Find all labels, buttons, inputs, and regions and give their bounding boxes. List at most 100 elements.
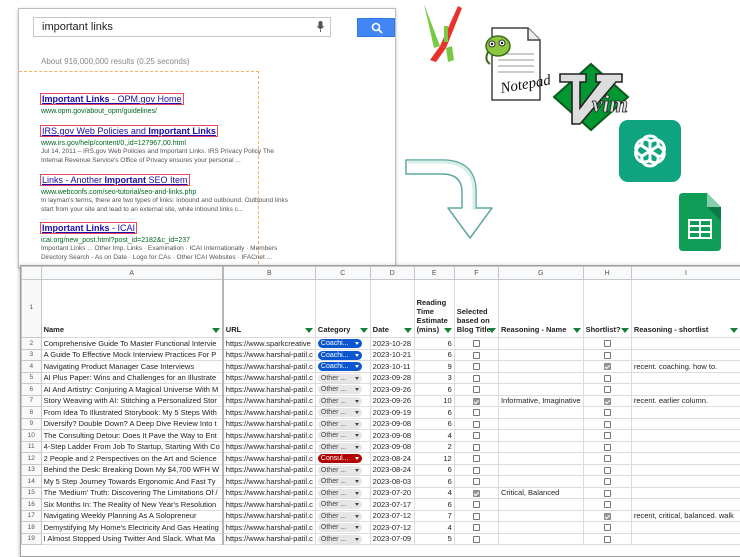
dropdown-arrow-icon[interactable] [355, 492, 359, 495]
row-number[interactable]: 13 [22, 464, 42, 476]
selected-cell[interactable] [454, 441, 498, 453]
reasoning-name-cell[interactable]: Critical, Balanced [498, 487, 583, 499]
shortlist-cell[interactable] [583, 499, 631, 511]
url-cell[interactable]: https://www.harshal-patil.c [223, 430, 316, 442]
reading-time-cell[interactable]: 6 [414, 407, 454, 419]
filter-icon[interactable] [444, 328, 452, 333]
date-cell[interactable]: 2023-09-28 [370, 372, 414, 384]
result-title-link[interactable]: Links - Another Important SEO Item [41, 175, 189, 185]
reasoning-shortlist-cell[interactable] [631, 453, 740, 465]
reading-time-cell[interactable]: 7 [414, 510, 454, 522]
shortlist-cell[interactable] [583, 407, 631, 419]
selected-cell[interactable] [454, 533, 498, 545]
shortlist-cell[interactable] [583, 476, 631, 488]
row-number[interactable]: 8 [22, 407, 42, 419]
checkbox[interactable] [604, 340, 611, 347]
url-cell[interactable]: https://www.harshal-patil.c [223, 372, 316, 384]
category-cell[interactable]: Other ... [315, 372, 370, 384]
dropdown-arrow-icon[interactable] [355, 434, 359, 437]
category-cell[interactable]: Other ... [315, 487, 370, 499]
category-chip[interactable]: Other ... [318, 477, 362, 486]
checkbox[interactable] [604, 536, 611, 543]
selected-cell[interactable] [454, 510, 498, 522]
table-row[interactable]: 6AI And Artistry: Conjuring A Magical Un… [22, 384, 740, 396]
category-cell[interactable]: Other ... [315, 430, 370, 442]
date-cell[interactable]: 2023-08-03 [370, 476, 414, 488]
category-cell[interactable]: Coachi... [315, 349, 370, 361]
checkbox[interactable] [604, 467, 611, 474]
selected-cell[interactable] [454, 349, 498, 361]
reasoning-shortlist-cell[interactable]: recent. earlier column. [631, 395, 740, 407]
reading-time-cell[interactable]: 4 [414, 430, 454, 442]
category-cell[interactable]: Other ... [315, 418, 370, 430]
name-cell[interactable]: Diversify? Double Down? A Deep Dive Revi… [41, 418, 223, 430]
checkbox[interactable] [473, 375, 480, 382]
column-header[interactable]: G [498, 267, 583, 280]
checkbox[interactable] [604, 352, 611, 359]
selected-cell[interactable] [454, 384, 498, 396]
category-chip[interactable]: Other ... [318, 385, 362, 394]
table-row[interactable]: 13Behind the Desk: Breaking Down My $4,7… [22, 464, 740, 476]
filter-icon[interactable] [360, 328, 368, 333]
shortlist-cell[interactable] [583, 372, 631, 384]
column-header[interactable]: C [315, 267, 370, 280]
shortlist-cell[interactable] [583, 533, 631, 545]
reasoning-shortlist-cell[interactable]: recent. coaching. how to. [631, 361, 740, 373]
name-cell[interactable]: Story Weaving with AI: Stitching a Perso… [41, 395, 223, 407]
row-number[interactable]: 2 [22, 338, 42, 350]
category-cell[interactable]: Other ... [315, 407, 370, 419]
selected-cell[interactable] [454, 499, 498, 511]
reasoning-name-cell[interactable] [498, 338, 583, 350]
shortlist-cell[interactable] [583, 418, 631, 430]
reasoning-name-cell[interactable] [498, 533, 583, 545]
category-chip[interactable]: Other ... [318, 523, 362, 532]
row-number[interactable]: 3 [22, 349, 42, 361]
category-chip[interactable]: Other ... [318, 512, 362, 521]
reasoning-name-cell[interactable] [498, 464, 583, 476]
url-cell[interactable]: https://www.harshal-patil.c [223, 407, 316, 419]
shortlist-cell[interactable] [583, 522, 631, 534]
filter-icon[interactable] [305, 328, 313, 333]
category-chip[interactable]: Other ... [318, 397, 362, 406]
reasoning-shortlist-cell[interactable]: recent, critical, balanced. walk [631, 510, 740, 522]
checkbox[interactable] [473, 352, 480, 359]
reasoning-name-cell[interactable] [498, 384, 583, 396]
category-chip[interactable]: Other ... [318, 431, 362, 440]
table-row[interactable]: 16Six Months In: The Reality of New Year… [22, 499, 740, 511]
reasoning-shortlist-cell[interactable] [631, 349, 740, 361]
checkbox[interactable] [473, 467, 480, 474]
category-cell[interactable]: Coachi... [315, 361, 370, 373]
checkbox[interactable] [473, 421, 480, 428]
shortlist-cell[interactable] [583, 338, 631, 350]
category-cell[interactable]: Other ... [315, 533, 370, 545]
category-chip[interactable]: Other ... [318, 535, 362, 544]
reasoning-name-cell[interactable] [498, 372, 583, 384]
dropdown-arrow-icon[interactable] [355, 411, 359, 414]
row-number[interactable]: 1 [22, 280, 42, 338]
table-row[interactable]: 114-Step Ladder From Job To Startup, Sta… [22, 441, 740, 453]
dropdown-arrow-icon[interactable] [355, 538, 359, 541]
reading-time-cell[interactable]: 10 [414, 395, 454, 407]
dropdown-arrow-icon[interactable] [355, 503, 359, 506]
date-cell[interactable]: 2023-09-08 [370, 418, 414, 430]
row-number[interactable]: 7 [22, 395, 42, 407]
header-cell[interactable]: URL [223, 280, 316, 338]
result-title-link[interactable]: IRS.gov Web Policies and Important Links [41, 126, 217, 136]
url-cell[interactable]: https://www.harshal-patil.c [223, 418, 316, 430]
category-chip[interactable]: Other ... [318, 500, 362, 509]
category-chip[interactable]: Other ... [318, 420, 362, 429]
dropdown-arrow-icon[interactable] [355, 354, 359, 357]
checkbox[interactable] [604, 524, 611, 531]
checkbox[interactable] [604, 490, 611, 497]
reasoning-shortlist-cell[interactable] [631, 407, 740, 419]
filter-icon[interactable] [404, 328, 412, 333]
dropdown-arrow-icon[interactable] [355, 457, 359, 460]
row-number[interactable]: 18 [22, 522, 42, 534]
dropdown-arrow-icon[interactable] [355, 388, 359, 391]
shortlist-cell[interactable] [583, 453, 631, 465]
spreadsheet-grid[interactable]: A B C D E F G H I 1 Name URL Category Da… [21, 266, 740, 545]
header-cell[interactable]: Reasoning - shortlist [631, 280, 740, 338]
select-all-corner[interactable] [22, 267, 42, 280]
filter-icon[interactable] [573, 328, 581, 333]
row-number[interactable]: 15 [22, 487, 42, 499]
